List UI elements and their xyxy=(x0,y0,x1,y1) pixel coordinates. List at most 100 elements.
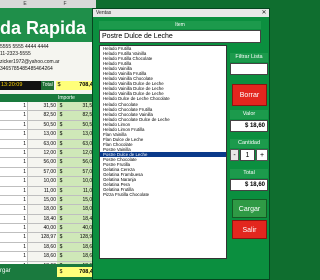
qty-cell[interactable]: 1 xyxy=(0,148,28,158)
currency-cell[interactable]: $ xyxy=(57,158,65,167)
valor-label: Valor xyxy=(230,110,268,119)
cargar-button[interactable]: Cargar xyxy=(232,199,267,218)
product-listbox[interactable]: Helado Frutilla Helado Frutilla Vainilla H… xyxy=(99,45,227,259)
price-cell[interactable]: 82,50 xyxy=(38,111,56,119)
price-cell[interactable]: 63,00 xyxy=(38,140,56,148)
qty-cell[interactable]: 1 xyxy=(0,102,28,111)
bottom-band: rgar $ 708,47 xyxy=(0,264,96,280)
item-header: Item xyxy=(99,21,261,29)
currency-cell[interactable]: $ xyxy=(57,195,65,205)
qty-cell[interactable]: 1 xyxy=(0,177,28,186)
table-row: 1 18,00 $18,00 xyxy=(0,205,96,215)
table-row: 1 11,00 $11,00 xyxy=(0,186,96,196)
column-header[interactable]: E xyxy=(20,0,30,8)
currency-cell[interactable]: $ xyxy=(57,111,65,120)
contact-line[interactable]: 11-2323-5555 xyxy=(0,51,96,58)
importe-header: Importe xyxy=(58,95,75,101)
currency-cell[interactable]: $ xyxy=(57,177,65,186)
currency-cell[interactable]: $ xyxy=(57,167,65,177)
qty-cell[interactable]: 1 xyxy=(0,214,28,224)
filtrar-lista-input[interactable] xyxy=(230,63,268,75)
currency-cell[interactable]: $ xyxy=(57,252,65,261)
cantidad-field[interactable]: 1 xyxy=(240,149,255,161)
spreadsheet-background: E F da Rapida 5555 5555 4444 4444 11-232… xyxy=(0,0,96,280)
currency-cell[interactable]: $ xyxy=(57,148,65,158)
qty-cell[interactable]: 1 xyxy=(0,139,28,148)
qty-cell[interactable]: 1 xyxy=(0,242,28,252)
currency-cell[interactable]: $ xyxy=(57,242,65,252)
time-cell[interactable]: 13:20:09 xyxy=(0,81,41,90)
price-cell[interactable]: 18,40 xyxy=(38,215,56,223)
contact-line[interactable]: 5555 5555 4444 4444 xyxy=(0,44,96,51)
table-header: Importe xyxy=(0,94,96,102)
summary-row: 13:20:09 Total $ 708,47 xyxy=(0,81,96,90)
bottom-currency: $ xyxy=(57,267,65,277)
price-cell[interactable]: 50,50 xyxy=(38,121,56,129)
currency-cell[interactable]: $ xyxy=(57,205,65,214)
sheet-rows: 1 31,50 $31,50 1 82,50 $82,50 1 50,50 $50,50 1 13,… xyxy=(0,102,96,280)
table-row: 1 82,50 $82,50 xyxy=(0,111,96,121)
price-cell[interactable]: 18,60 xyxy=(38,243,56,251)
currency-cell[interactable]: $ xyxy=(57,214,65,224)
contact-line[interactable]: zicker1972@yahoo.com.ar xyxy=(0,59,96,66)
price-cell[interactable]: 128,97 xyxy=(38,233,56,241)
column-header[interactable]: F xyxy=(60,0,70,8)
table-row: 1 56,00 $56,00 xyxy=(0,158,96,168)
contact-line[interactable]: 3465785485485464264 xyxy=(0,66,96,73)
table-row: 1 13,00 $13,00 xyxy=(0,130,96,140)
table-row: 1 15,00 $15,00 xyxy=(0,195,96,206)
qty-cell[interactable]: 1 xyxy=(0,195,28,205)
currency-cell[interactable]: $ xyxy=(57,233,65,242)
price-cell[interactable]: 12,00 xyxy=(38,149,56,157)
qty-cell[interactable]: 1 xyxy=(0,186,28,195)
price-cell[interactable]: 40,00 xyxy=(38,224,56,232)
close-icon[interactable]: ✕ xyxy=(259,9,269,17)
table-row: 1 50,50 $50,50 xyxy=(0,120,96,131)
currency-cell[interactable]: $ xyxy=(57,186,65,195)
price-cell[interactable]: 10,00 xyxy=(38,177,56,185)
decrement-button[interactable]: - xyxy=(230,149,239,161)
price-cell[interactable]: 11,00 xyxy=(38,187,56,195)
borrar-button[interactable]: Borrar xyxy=(232,84,267,106)
currency-cell[interactable]: $ xyxy=(57,139,65,148)
qty-cell[interactable]: 1 xyxy=(0,252,28,261)
qty-cell[interactable]: 1 xyxy=(0,158,28,167)
qty-cell[interactable]: 1 xyxy=(0,120,28,130)
item-field[interactable]: Postre Dulce de Leche xyxy=(99,30,261,43)
qty-cell[interactable]: 1 xyxy=(0,205,28,214)
cantidad-label: Cantidad xyxy=(230,139,268,148)
table-row: 1 18,40 $18,40 xyxy=(0,214,96,225)
qty-cell[interactable]: 1 xyxy=(0,111,28,120)
total-label: Total xyxy=(230,169,268,178)
price-cell[interactable]: 15,00 xyxy=(38,196,56,204)
currency-cell[interactable]: $ xyxy=(57,130,65,139)
table-row: 1 128,97 $128,97 xyxy=(0,233,96,243)
price-cell[interactable]: 57,00 xyxy=(38,168,56,176)
filtrar-lista-label: Filtrar Lista xyxy=(230,53,268,62)
qty-cell[interactable]: 1 xyxy=(0,167,28,177)
currency-cell[interactable]: $ xyxy=(57,102,65,111)
increment-button[interactable]: + xyxy=(256,149,268,161)
price-cell[interactable]: 31,50 xyxy=(38,102,56,110)
price-cell[interactable]: 18,60 xyxy=(38,252,56,260)
list-item[interactable]: Pizza Frutilla Chocolate xyxy=(100,192,226,197)
table-row: 118,60$18,60 xyxy=(0,252,96,262)
qty-cell[interactable]: 1 xyxy=(0,130,28,139)
sheet-title: da Rapida xyxy=(0,18,87,38)
qty-cell[interactable]: 1 xyxy=(0,224,28,233)
qty-cell[interactable]: 1 xyxy=(0,233,28,242)
total-label: Total xyxy=(41,81,54,90)
valor-field[interactable]: $ 18,60 xyxy=(230,120,268,132)
dialog-titlebar[interactable]: Ventas ✕ xyxy=(93,9,269,17)
table-row: 1 63,00 $63,00 xyxy=(0,139,96,149)
price-cell[interactable]: 56,00 xyxy=(38,158,56,166)
table-row: 1 40,00 $40,00 xyxy=(0,224,96,234)
total-value[interactable]: 708,47 xyxy=(62,81,96,90)
total-field[interactable]: $ 18,60 xyxy=(230,179,268,191)
ventas-dialog: Ventas ✕ Item Postre Dulce de Leche Hela… xyxy=(92,8,270,280)
currency-cell[interactable]: $ xyxy=(57,120,65,130)
currency-cell[interactable]: $ xyxy=(57,224,65,233)
price-cell[interactable]: 18,00 xyxy=(38,205,56,213)
salir-button[interactable]: Salir xyxy=(232,220,267,239)
price-cell[interactable]: 13,00 xyxy=(38,130,56,138)
